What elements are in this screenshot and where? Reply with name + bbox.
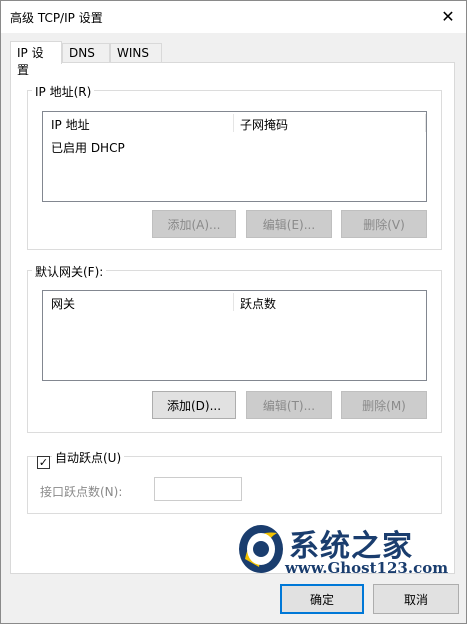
column-separator[interactable] [425,114,426,132]
ip-address-group: IP 地址(R) IP 地址 子网掩码 已启用 DHCP 添加(A)... 编辑… [27,83,442,250]
auto-metric-label[interactable]: 自动跃点(U) [52,449,125,466]
checkmark-icon: ✓ [38,456,49,469]
tab-dns[interactable]: DNS [62,43,110,63]
gateway-edit-button[interactable]: 编辑(T)... [246,391,332,419]
ghost-logo-icon [239,525,283,573]
ip-address-list[interactable]: IP 地址 子网掩码 已启用 DHCP [42,111,427,202]
ip-settings-panel: IP 地址(R) IP 地址 子网掩码 已启用 DHCP 添加(A)... 编辑… [10,62,455,574]
gateway-add-button[interactable]: 添加(D)... [152,391,236,419]
tab-ip-settings[interactable]: IP 设置 [10,41,62,77]
ip-add-button[interactable]: 添加(A)... [152,210,236,238]
interface-metric-input[interactable] [154,477,242,501]
title-bar: 高级 TCP/IP 设置 ✕ [1,1,466,33]
column-header-ip-address[interactable]: IP 地址 [51,116,90,133]
ip-remove-button[interactable]: 删除(V) [341,210,427,238]
gateway-list[interactable]: 网关 跃点数 [42,290,427,381]
default-gateway-group: 默认网关(F): 网关 跃点数 添加(D)... 编辑(T)... 删除(M) [27,263,442,433]
automatic-metric-group: ✓ 自动跃点(U) 接口跃点数(N): [27,449,442,514]
column-separator[interactable] [233,293,234,311]
ok-button[interactable]: 确定 [280,584,364,614]
default-gateway-group-label: 默认网关(F): [32,263,107,280]
column-header-subnet-mask[interactable]: 子网掩码 [240,116,288,133]
watermark-logo: 系统之家 www.Ghost123.com [233,515,453,585]
ip-address-group-label: IP 地址(R) [32,83,95,100]
column-header-gateway[interactable]: 网关 [51,295,75,312]
column-separator[interactable] [233,114,234,132]
close-icon: ✕ [441,6,455,26]
window-title: 高级 TCP/IP 设置 [10,11,103,25]
advanced-tcpip-dialog: 高级 TCP/IP 设置 ✕ IP 设置 DNS WINS IP 地址(R) I… [0,0,467,624]
list-item[interactable]: 已启用 DHCP [51,139,125,156]
tab-dns-label: DNS [69,46,95,60]
gateway-remove-button[interactable]: 删除(M) [341,391,427,419]
tab-wins[interactable]: WINS [110,43,162,63]
tab-wins-label: WINS [117,46,149,60]
column-header-metric[interactable]: 跃点数 [240,295,276,312]
ip-edit-button[interactable]: 编辑(E)... [246,210,332,238]
close-button[interactable]: ✕ [434,3,462,29]
watermark-url: www.Ghost123.com [285,559,449,577]
interface-metric-label: 接口跃点数(N): [40,485,123,499]
cancel-button[interactable]: 取消 [373,584,459,614]
auto-metric-checkbox[interactable]: ✓ [37,456,50,469]
